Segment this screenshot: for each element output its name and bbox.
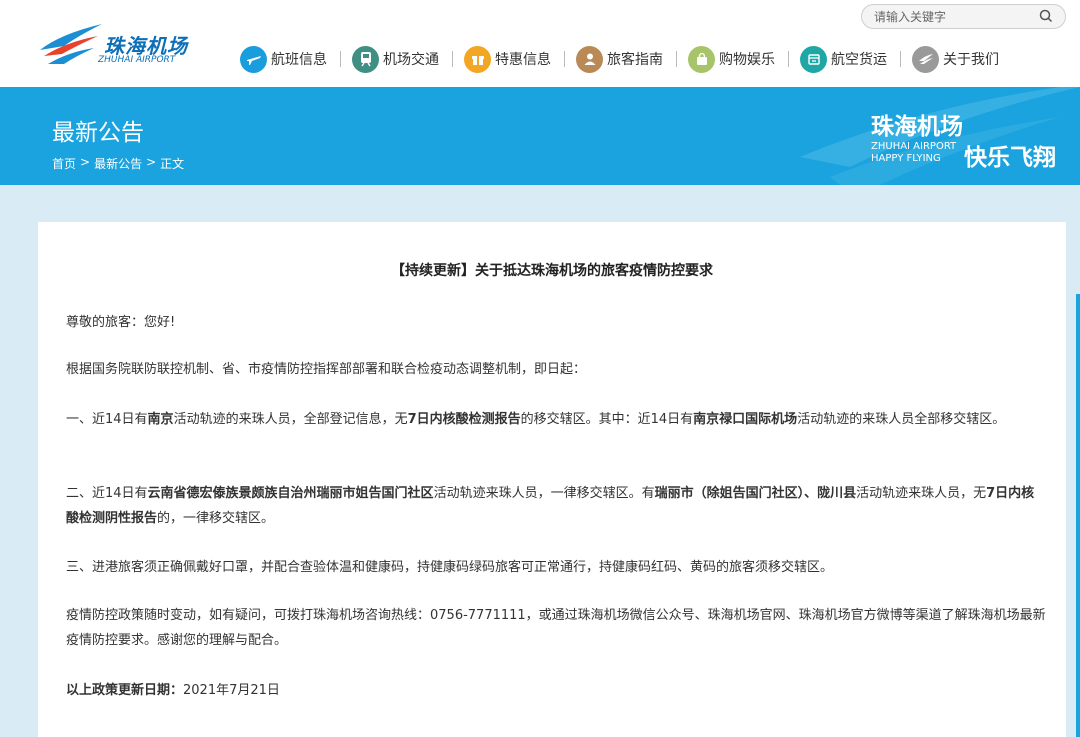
text-segment: 二、近14日有	[66, 486, 148, 501]
nav-divider	[340, 51, 341, 67]
emphasized-text: 瑞丽市（除姐告国门社区）、陇川县	[654, 486, 857, 501]
about-logo-icon	[912, 45, 939, 73]
article-paragraph-3: 三、进港旅客须正确佩戴好口罩，并配合查验体温和健康码，持健康码绿码旅客可正常通行…	[66, 560, 834, 575]
breadcrumb-home-link[interactable]: 首页	[52, 155, 76, 172]
search-icon[interactable]	[1039, 9, 1053, 23]
article-update-line: 以上政策更新日期：2021年7月21日	[66, 678, 1046, 703]
nav-divider	[676, 51, 677, 67]
logo-english-name: ZHUHAI AIRPORT	[98, 55, 176, 65]
emphasized-text: 南京	[147, 412, 174, 427]
text-segment: 的，一律移交辖区。	[157, 511, 275, 526]
nav-label: 航空货运	[831, 52, 887, 68]
cargo-icon	[800, 45, 827, 73]
text-segment: 活动轨迹的来珠人员全部移交辖区。	[797, 412, 1006, 427]
emphasized-text: 云南省德宏傣族景颇族自治州瑞丽市姐告国门社区	[147, 486, 434, 501]
article-paragraph-1: 一、近14日有南京活动轨迹的来珠人员，全部登记信息，无7日内核酸检测报告的移交辖…	[66, 407, 1046, 432]
shopping-bag-icon	[688, 45, 715, 73]
slogan-english-line2: HAPPY FLYING	[871, 153, 941, 164]
nav-item-passenger-guide[interactable]: 旅客指南	[576, 44, 663, 74]
main-nav: 航班信息 机场交通 特惠信息 旅客指南 购物娱乐 航空货运 关于我们	[240, 44, 999, 74]
article-intro: 根据国务院联防联控机制、省、市疫情防控指挥部部署和联合检疫动态调整机制，即日起：	[66, 362, 587, 377]
article-greeting: 尊敬的旅客：您好!	[66, 315, 176, 330]
emphasized-text: 7日内核酸检测报告	[407, 412, 521, 427]
airport-logo-icon	[40, 24, 102, 64]
breadcrumb: 首页 > 最新公告 > 正文	[52, 155, 184, 172]
search-input[interactable]	[874, 8, 1034, 26]
nav-label: 购物娱乐	[719, 52, 775, 68]
update-date-value: 2021年7月21日	[183, 683, 280, 698]
gift-icon	[464, 45, 491, 73]
nav-label: 机场交通	[383, 52, 439, 68]
article-card: 【持续更新】关于抵达珠海机场的旅客疫情防控要求 尊敬的旅客：您好! 根据国务院联…	[38, 222, 1066, 737]
article-paragraph-2: 二、近14日有云南省德宏傣族景颇族自治州瑞丽市姐告国门社区活动轨迹来珠人员，一律…	[66, 481, 1046, 531]
text-segment: 活动轨迹来珠人员，无	[856, 486, 987, 501]
article-title: 【持续更新】关于抵达珠海机场的旅客疫情防控要求	[391, 263, 713, 279]
site-logo[interactable]: 珠海机场 ZHUHAI AIRPORT	[38, 20, 198, 70]
nav-label: 关于我们	[943, 52, 999, 68]
nav-divider	[900, 51, 901, 67]
plane-icon	[240, 45, 267, 73]
page-title: 最新公告	[52, 120, 144, 146]
slogan-english-line1: ZHUHAI AIRPORT	[871, 141, 957, 152]
article-paragraph-4: 疫情防控政策随时变动，如有疑问，可拨打珠海机场咨询热线：0756-7771111…	[66, 608, 1046, 648]
text-segment: 活动轨迹的来珠人员，全部登记信息，无	[173, 412, 408, 427]
emphasized-text: 南京禄口国际机场	[693, 412, 798, 427]
search-box	[861, 4, 1066, 29]
scrollbar-accent[interactable]	[1076, 294, 1080, 737]
text-segment: 的移交辖区。其中：近14日有	[520, 412, 694, 427]
train-icon	[352, 45, 379, 73]
nav-label: 旅客指南	[607, 52, 663, 68]
nav-divider	[564, 51, 565, 67]
nav-divider	[452, 51, 453, 67]
nav-label: 特惠信息	[495, 52, 551, 68]
update-date-label: 以上政策更新日期：	[66, 683, 184, 698]
site-header: 珠海机场 ZHUHAI AIRPORT 航班信息 机场交通 特	[0, 0, 1080, 87]
nav-item-airport-transport[interactable]: 机场交通	[352, 44, 439, 74]
nav-item-flight-info[interactable]: 航班信息	[240, 44, 327, 74]
breadcrumb-separator: >	[80, 155, 91, 169]
slogan-chinese: 珠海机场	[871, 114, 963, 140]
nav-item-air-cargo[interactable]: 航空货运	[800, 44, 887, 74]
page-banner: 最新公告 首页 > 最新公告 > 正文 珠海机场 ZHUHAI AIRPORT …	[0, 87, 1080, 185]
nav-item-special-offers[interactable]: 特惠信息	[464, 44, 551, 74]
text-segment: 一、近14日有	[66, 412, 148, 427]
person-icon	[576, 45, 603, 73]
breadcrumb-separator: >	[146, 155, 157, 169]
text-segment: 活动轨迹来珠人员，一律移交辖区。有	[433, 486, 655, 501]
breadcrumb-current: 正文	[160, 157, 185, 171]
nav-divider	[788, 51, 789, 67]
nav-label: 航班信息	[271, 52, 327, 68]
breadcrumb-announcements-link[interactable]: 最新公告	[94, 155, 142, 172]
slogan-happy-flying: 快乐飞翔	[964, 145, 1056, 171]
nav-item-about-us[interactable]: 关于我们	[912, 44, 999, 74]
nav-item-shopping[interactable]: 购物娱乐	[688, 44, 775, 74]
